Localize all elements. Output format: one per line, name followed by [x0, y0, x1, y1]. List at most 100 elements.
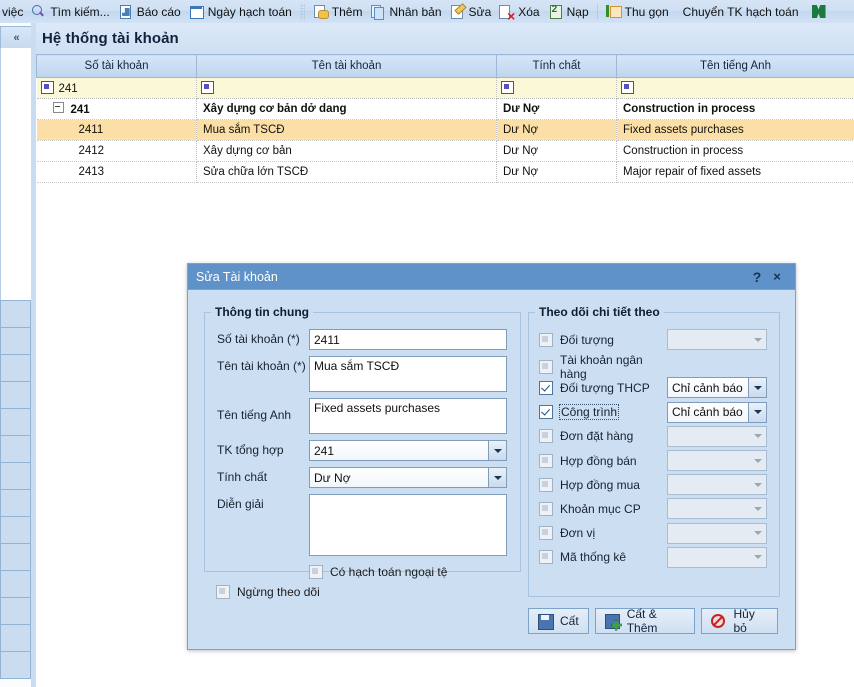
checkbox-hop-dong-ban[interactable] — [539, 454, 553, 468]
toolbar-item-posting-date[interactable]: Ngày hạch toán — [185, 0, 296, 23]
cell-account-no[interactable]: 241 — [37, 99, 197, 120]
toolbar-item-collapse[interactable]: Thu gọn — [602, 0, 673, 23]
column-header-account-no[interactable]: Số tài khoản — [37, 55, 197, 78]
cell-nature[interactable]: Dư Nợ — [497, 120, 617, 141]
table-row[interactable]: 2411Mua sắm TSCĐDư NợFixed assets purcha… — [37, 120, 854, 141]
checkbox-don-vi[interactable] — [539, 526, 553, 540]
toolbar-item-report[interactable]: Báo cáo — [114, 0, 185, 23]
checkbox-hop-dong-mua[interactable] — [539, 478, 553, 492]
select-cong-trinh[interactable]: Chỉ cảnh báo — [667, 402, 767, 423]
stop-tracking-checkbox[interactable] — [216, 585, 230, 599]
checkbox-khoan-muc-cp[interactable] — [539, 502, 553, 516]
cell-account-name[interactable]: Mua sắm TSCĐ — [197, 120, 497, 141]
left-nav-strip[interactable] — [0, 544, 31, 571]
filter-icon[interactable] — [201, 81, 214, 94]
filter-cell-english-name[interactable] — [617, 78, 854, 99]
checkbox-doi-tuong[interactable] — [539, 333, 553, 347]
checkbox-tai-khoan-ngan-hang[interactable] — [539, 360, 553, 374]
help-button[interactable]: ? — [747, 267, 767, 287]
column-header-nature[interactable]: Tính chất — [497, 55, 617, 78]
tracking-checkbox-row[interactable]: Đối tượng THCP — [539, 381, 667, 395]
checkbox-don-dat-hang[interactable] — [539, 429, 553, 443]
cell-account-name[interactable]: Sửa chữa lớn TSCĐ — [197, 162, 497, 183]
left-nav-strip[interactable] — [0, 409, 31, 436]
toolbar-item-transfer-account[interactable]: Chuyển TK hạch toán — [673, 0, 803, 23]
save-button[interactable]: Cất — [528, 608, 589, 634]
toolbar-drag-handle[interactable] — [300, 4, 305, 20]
chevron-down-icon[interactable] — [748, 403, 766, 422]
filter-cell-account-no[interactable]: 241 — [37, 78, 197, 99]
select-doi-tuong-thcp[interactable]: Chỉ cảnh báo — [667, 377, 767, 398]
cell-english-name[interactable]: Fixed assets purchases — [617, 120, 854, 141]
left-nav-strip[interactable] — [0, 436, 31, 463]
left-nav-strip[interactable] — [0, 463, 31, 490]
dialog-title-bar[interactable]: Sửa Tài khoản ? × — [188, 264, 795, 290]
tracking-checkbox-row[interactable]: Đối tượng — [539, 333, 667, 347]
column-header-english-name[interactable]: Tên tiếng Anh — [617, 55, 854, 78]
description-textarea[interactable] — [309, 494, 507, 556]
foreign-currency-row[interactable]: Có hạch toán ngoại tệ — [309, 565, 447, 579]
nature-select[interactable]: Dư Nợ — [309, 467, 507, 488]
tracking-checkbox-row[interactable]: Đơn đặt hàng — [539, 429, 667, 443]
left-nav-collapse-button[interactable]: « — [0, 26, 32, 50]
column-header-account-name[interactable]: Tên tài khoản — [197, 55, 497, 78]
filter-icon[interactable] — [621, 81, 634, 94]
cell-english-name[interactable]: Construction in process — [617, 99, 854, 120]
left-nav-strip[interactable] — [0, 598, 31, 625]
foreign-currency-checkbox[interactable] — [309, 565, 323, 579]
toolbar-item-add[interactable]: Thêm — [309, 0, 367, 23]
left-nav-strip[interactable] — [0, 571, 31, 598]
cell-account-no[interactable]: 2412 — [37, 141, 197, 162]
toolbar-item-edit[interactable]: Sửa — [446, 0, 496, 23]
tracking-checkbox-row[interactable]: Hợp đồng mua — [539, 478, 667, 492]
chevron-down-icon[interactable] — [748, 378, 766, 397]
left-nav-strip[interactable] — [0, 625, 31, 652]
toolbar-item-delete[interactable]: Xóa — [495, 0, 543, 23]
account-no-input[interactable]: 2411 — [309, 329, 507, 350]
close-icon[interactable]: × — [767, 267, 787, 287]
toolbar-item-reload[interactable]: Nạp — [544, 0, 593, 23]
tracking-checkbox-row[interactable]: Khoản mục CP — [539, 502, 667, 516]
tracking-checkbox-row[interactable]: Mã thống kê — [539, 550, 667, 564]
cell-english-name[interactable]: Major repair of fixed assets — [617, 162, 854, 183]
toolbar-item-duplicate[interactable]: Nhân bản — [366, 0, 445, 23]
english-name-input[interactable]: Fixed assets purchases — [309, 398, 507, 434]
filter-icon[interactable] — [41, 81, 54, 94]
tracking-checkbox-row[interactable]: Công trình — [539, 405, 667, 419]
toolbar-item-viec[interactable]: việc — [0, 0, 27, 23]
expand-collapse-icon[interactable] — [53, 102, 64, 113]
stop-tracking-row[interactable]: Ngừng theo dõi — [216, 585, 320, 599]
checkbox-cong-trinh[interactable] — [539, 405, 553, 419]
toolbar-item-export-excel[interactable] — [803, 0, 831, 23]
save-and-add-button[interactable]: Cất & Thêm — [595, 608, 696, 634]
chevron-down-icon[interactable] — [488, 468, 506, 487]
cell-account-no[interactable]: 2411 — [37, 120, 197, 141]
chevron-down-icon[interactable] — [488, 441, 506, 460]
toolbar-item-search[interactable]: Tìm kiếm... — [27, 0, 113, 23]
cell-nature[interactable]: Dư Nợ — [497, 99, 617, 120]
parent-account-select[interactable]: 241 — [309, 440, 507, 461]
left-nav-strip[interactable] — [0, 652, 31, 679]
checkbox-ma-thong-ke[interactable] — [539, 550, 553, 564]
filter-cell-nature[interactable] — [497, 78, 617, 99]
table-row[interactable]: 241Xây dựng cơ bản dở dangDư NợConstruct… — [37, 99, 854, 120]
filter-row[interactable]: 241 — [37, 78, 854, 99]
cell-account-name[interactable]: Xây dựng cơ bản — [197, 141, 497, 162]
table-row[interactable]: 2413Sửa chữa lớn TSCĐDư NợMajor repair o… — [37, 162, 854, 183]
cancel-button[interactable]: Hủy bỏ — [701, 608, 778, 634]
left-nav-strip[interactable] — [0, 517, 31, 544]
tracking-checkbox-row[interactable]: Đơn vị — [539, 526, 667, 540]
filter-cell-account-name[interactable] — [197, 78, 497, 99]
left-nav-strip[interactable] — [0, 328, 31, 355]
cell-nature[interactable]: Dư Nợ — [497, 141, 617, 162]
cell-english-name[interactable]: Construction in process — [617, 141, 854, 162]
left-nav-strip[interactable] — [0, 300, 31, 328]
cell-account-no[interactable]: 2413 — [37, 162, 197, 183]
tracking-checkbox-row[interactable]: Hợp đồng bán — [539, 454, 667, 468]
left-nav-strip[interactable] — [0, 382, 31, 409]
left-nav-strip[interactable] — [0, 355, 31, 382]
checkbox-doi-tuong-thcp[interactable] — [539, 381, 553, 395]
table-row[interactable]: 2412Xây dựng cơ bảnDư NợConstruction in … — [37, 141, 854, 162]
cell-nature[interactable]: Dư Nợ — [497, 162, 617, 183]
account-name-input[interactable]: Mua sắm TSCĐ — [309, 356, 507, 392]
